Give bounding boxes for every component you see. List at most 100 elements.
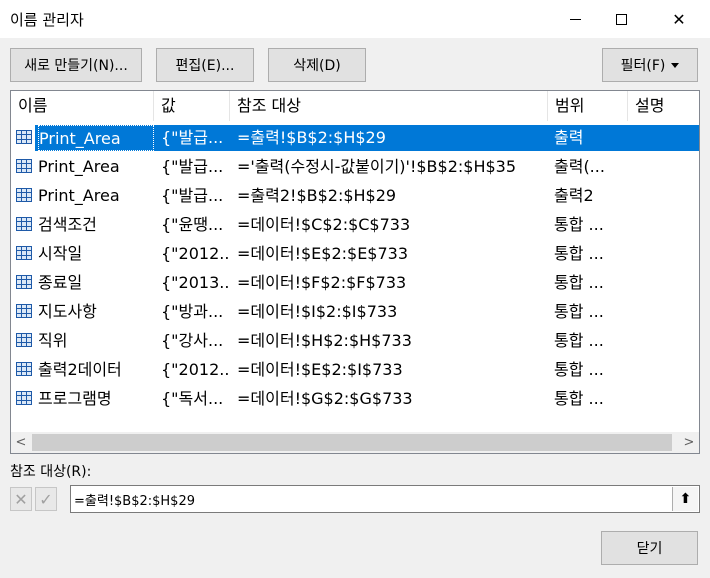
cell-refers-to: =데이터!$I$2:$I$733 [237, 302, 398, 321]
edit-name-button[interactable]: 편집(E)... [156, 48, 254, 82]
named-range-icon [16, 391, 32, 405]
close-button[interactable]: 닫기 [601, 531, 698, 565]
named-range-icon [16, 188, 32, 202]
column-header-refers-to[interactable]: 참조 대상 [230, 91, 548, 121]
refers-to-label: 참조 대상(R): [10, 464, 92, 480]
named-range-icon [16, 362, 32, 376]
cell-name: 프로그램명 [38, 389, 112, 408]
scrollbar-thumb[interactable] [32, 434, 672, 451]
table-row[interactable]: Print_Area {"발급... =출력2!$B$2:$H$29 출력2 [11, 181, 699, 210]
close-window-button[interactable]: ✕ [656, 0, 702, 38]
delete-name-label: 삭제(D) [293, 58, 341, 74]
cell-value: {"윤땡... [161, 215, 224, 234]
cell-comment [634, 123, 694, 152]
named-range-icon [16, 159, 32, 173]
cell-comment [634, 268, 694, 297]
cell-value: {"발급... [161, 128, 224, 147]
column-header-scope[interactable]: 범위 [548, 91, 628, 121]
named-range-icon [16, 333, 32, 347]
cell-scope: 출력2 [554, 186, 594, 205]
cell-name: 직위 [38, 331, 68, 350]
confirm-edit-icon[interactable]: ✓ [35, 487, 57, 511]
cell-value: {"방과... [161, 302, 224, 321]
cell-refers-to: ='출력(수정시-값붙이기)'!$B$2:$H$35 [237, 157, 517, 176]
named-range-icon [16, 130, 32, 144]
cell-scope: 통합 ... [554, 360, 604, 379]
cell-name: 출력2데이터 [38, 360, 122, 379]
maximize-icon [615, 13, 627, 25]
column-header-value[interactable]: 값 [154, 91, 230, 121]
horizontal-scrollbar[interactable]: < > [11, 432, 699, 453]
scroll-left-icon[interactable]: < [11, 432, 31, 453]
close-icon: ✕ [672, 9, 686, 29]
cell-value: {"2013... [161, 273, 229, 292]
minimize-icon [569, 18, 581, 20]
list-header: 이름 값 참조 대상 범위 설명 [11, 91, 699, 121]
maximize-button[interactable] [598, 0, 644, 38]
cell-refers-to: =출력!$B$2:$H$29 [237, 128, 386, 147]
cell-scope: 통합 ... [554, 273, 604, 292]
cell-name: 검색조건 [38, 215, 97, 234]
cell-comment [634, 210, 694, 239]
collapse-dialog-button[interactable]: ⬆ [672, 487, 698, 511]
cell-scope: 통합 ... [554, 389, 604, 408]
column-header-name[interactable]: 이름 [11, 91, 154, 121]
cell-scope: 통합 ... [554, 331, 604, 350]
cell-scope: 출력(... [554, 157, 605, 176]
table-row[interactable]: 프로그램명 {"독서... =데이터!$G$2:$G$733 통합 ... [11, 384, 699, 413]
scroll-right-icon[interactable]: > [679, 432, 699, 453]
cell-name: Print_Area [38, 186, 120, 205]
cell-scope: 통합 ... [554, 302, 604, 321]
edit-name-label: 편집(E)... [175, 58, 235, 74]
cell-name: Print_Area [38, 157, 120, 176]
cancel-edit-icon[interactable]: ✕ [10, 487, 32, 511]
table-row[interactable]: Print_Area {"발급... =출력!$B$2:$H$29 출력 [11, 123, 699, 152]
named-range-icon [16, 217, 32, 231]
column-header-comment[interactable]: 설명 [628, 91, 699, 121]
cell-refers-to: =데이터!$F$2:$F$733 [237, 273, 407, 292]
cell-value: {"강사... [161, 331, 224, 350]
minimize-button[interactable] [552, 0, 598, 38]
cell-comment [634, 326, 694, 355]
cell-comment [634, 384, 694, 413]
cell-value: {"2012... [161, 360, 229, 379]
cell-name: 종료일 [38, 273, 83, 292]
cell-value: {"발급... [161, 186, 224, 205]
cell-scope: 통합 ... [554, 215, 604, 234]
cell-comment [634, 239, 694, 268]
refers-to-field[interactable]: ⬆ [70, 485, 700, 513]
cell-comment [634, 355, 694, 384]
cell-name: 지도사항 [38, 302, 97, 321]
named-range-icon [16, 275, 32, 289]
close-button-label: 닫기 [636, 541, 663, 557]
table-row[interactable]: 지도사항 {"방과... =데이터!$I$2:$I$733 통합 ... [11, 297, 699, 326]
cell-scope: 출력 [554, 128, 584, 147]
filter-label: 필터(F) [620, 58, 666, 74]
table-row[interactable]: 시작일 {"2012... =데이터!$E$2:$E$733 통합 ... [11, 239, 699, 268]
cell-comment [634, 181, 694, 210]
cell-refers-to: =데이터!$E$2:$I$733 [237, 360, 403, 379]
cell-refers-to: =데이터!$G$2:$G$733 [237, 389, 413, 408]
cell-refers-to: =데이터!$H$2:$H$733 [237, 331, 412, 350]
cell-value: {"독서... [161, 389, 224, 408]
new-name-button[interactable]: 새로 만들기(N)... [10, 48, 142, 82]
named-range-icon [16, 246, 32, 260]
new-name-label: 새로 만들기(N)... [24, 58, 128, 74]
filter-button[interactable]: 필터(F) [602, 48, 698, 82]
table-row[interactable]: 검색조건 {"윤땡... =데이터!$C$2:$C$733 통합 ... [11, 210, 699, 239]
delete-name-button[interactable]: 삭제(D) [268, 48, 366, 82]
table-row[interactable]: 종료일 {"2013... =데이터!$F$2:$F$733 통합 ... [11, 268, 699, 297]
cell-value: {"발급... [161, 157, 224, 176]
refers-to-input[interactable] [74, 488, 669, 510]
cell-refers-to: =데이터!$E$2:$E$733 [237, 244, 409, 263]
window-title: 이름 관리자 [10, 11, 84, 29]
named-range-icon [16, 304, 32, 318]
table-row[interactable]: Print_Area {"발급... ='출력(수정시-값붙이기)'!$B$2:$H… [11, 152, 699, 181]
table-row[interactable]: 직위 {"강사... =데이터!$H$2:$H$733 통합 ... [11, 326, 699, 355]
cell-scope: 통합 ... [554, 244, 604, 263]
cell-refers-to: =데이터!$C$2:$C$733 [237, 215, 411, 234]
cell-comment [634, 297, 694, 326]
cell-name: Print_Area [38, 125, 154, 151]
table-row[interactable]: 출력2데이터 {"2012... =데이터!$E$2:$I$733 통합 ... [11, 355, 699, 384]
names-list[interactable]: 이름 값 참조 대상 범위 설명 Print_Area {"발급... =출력!$B… [10, 90, 700, 454]
